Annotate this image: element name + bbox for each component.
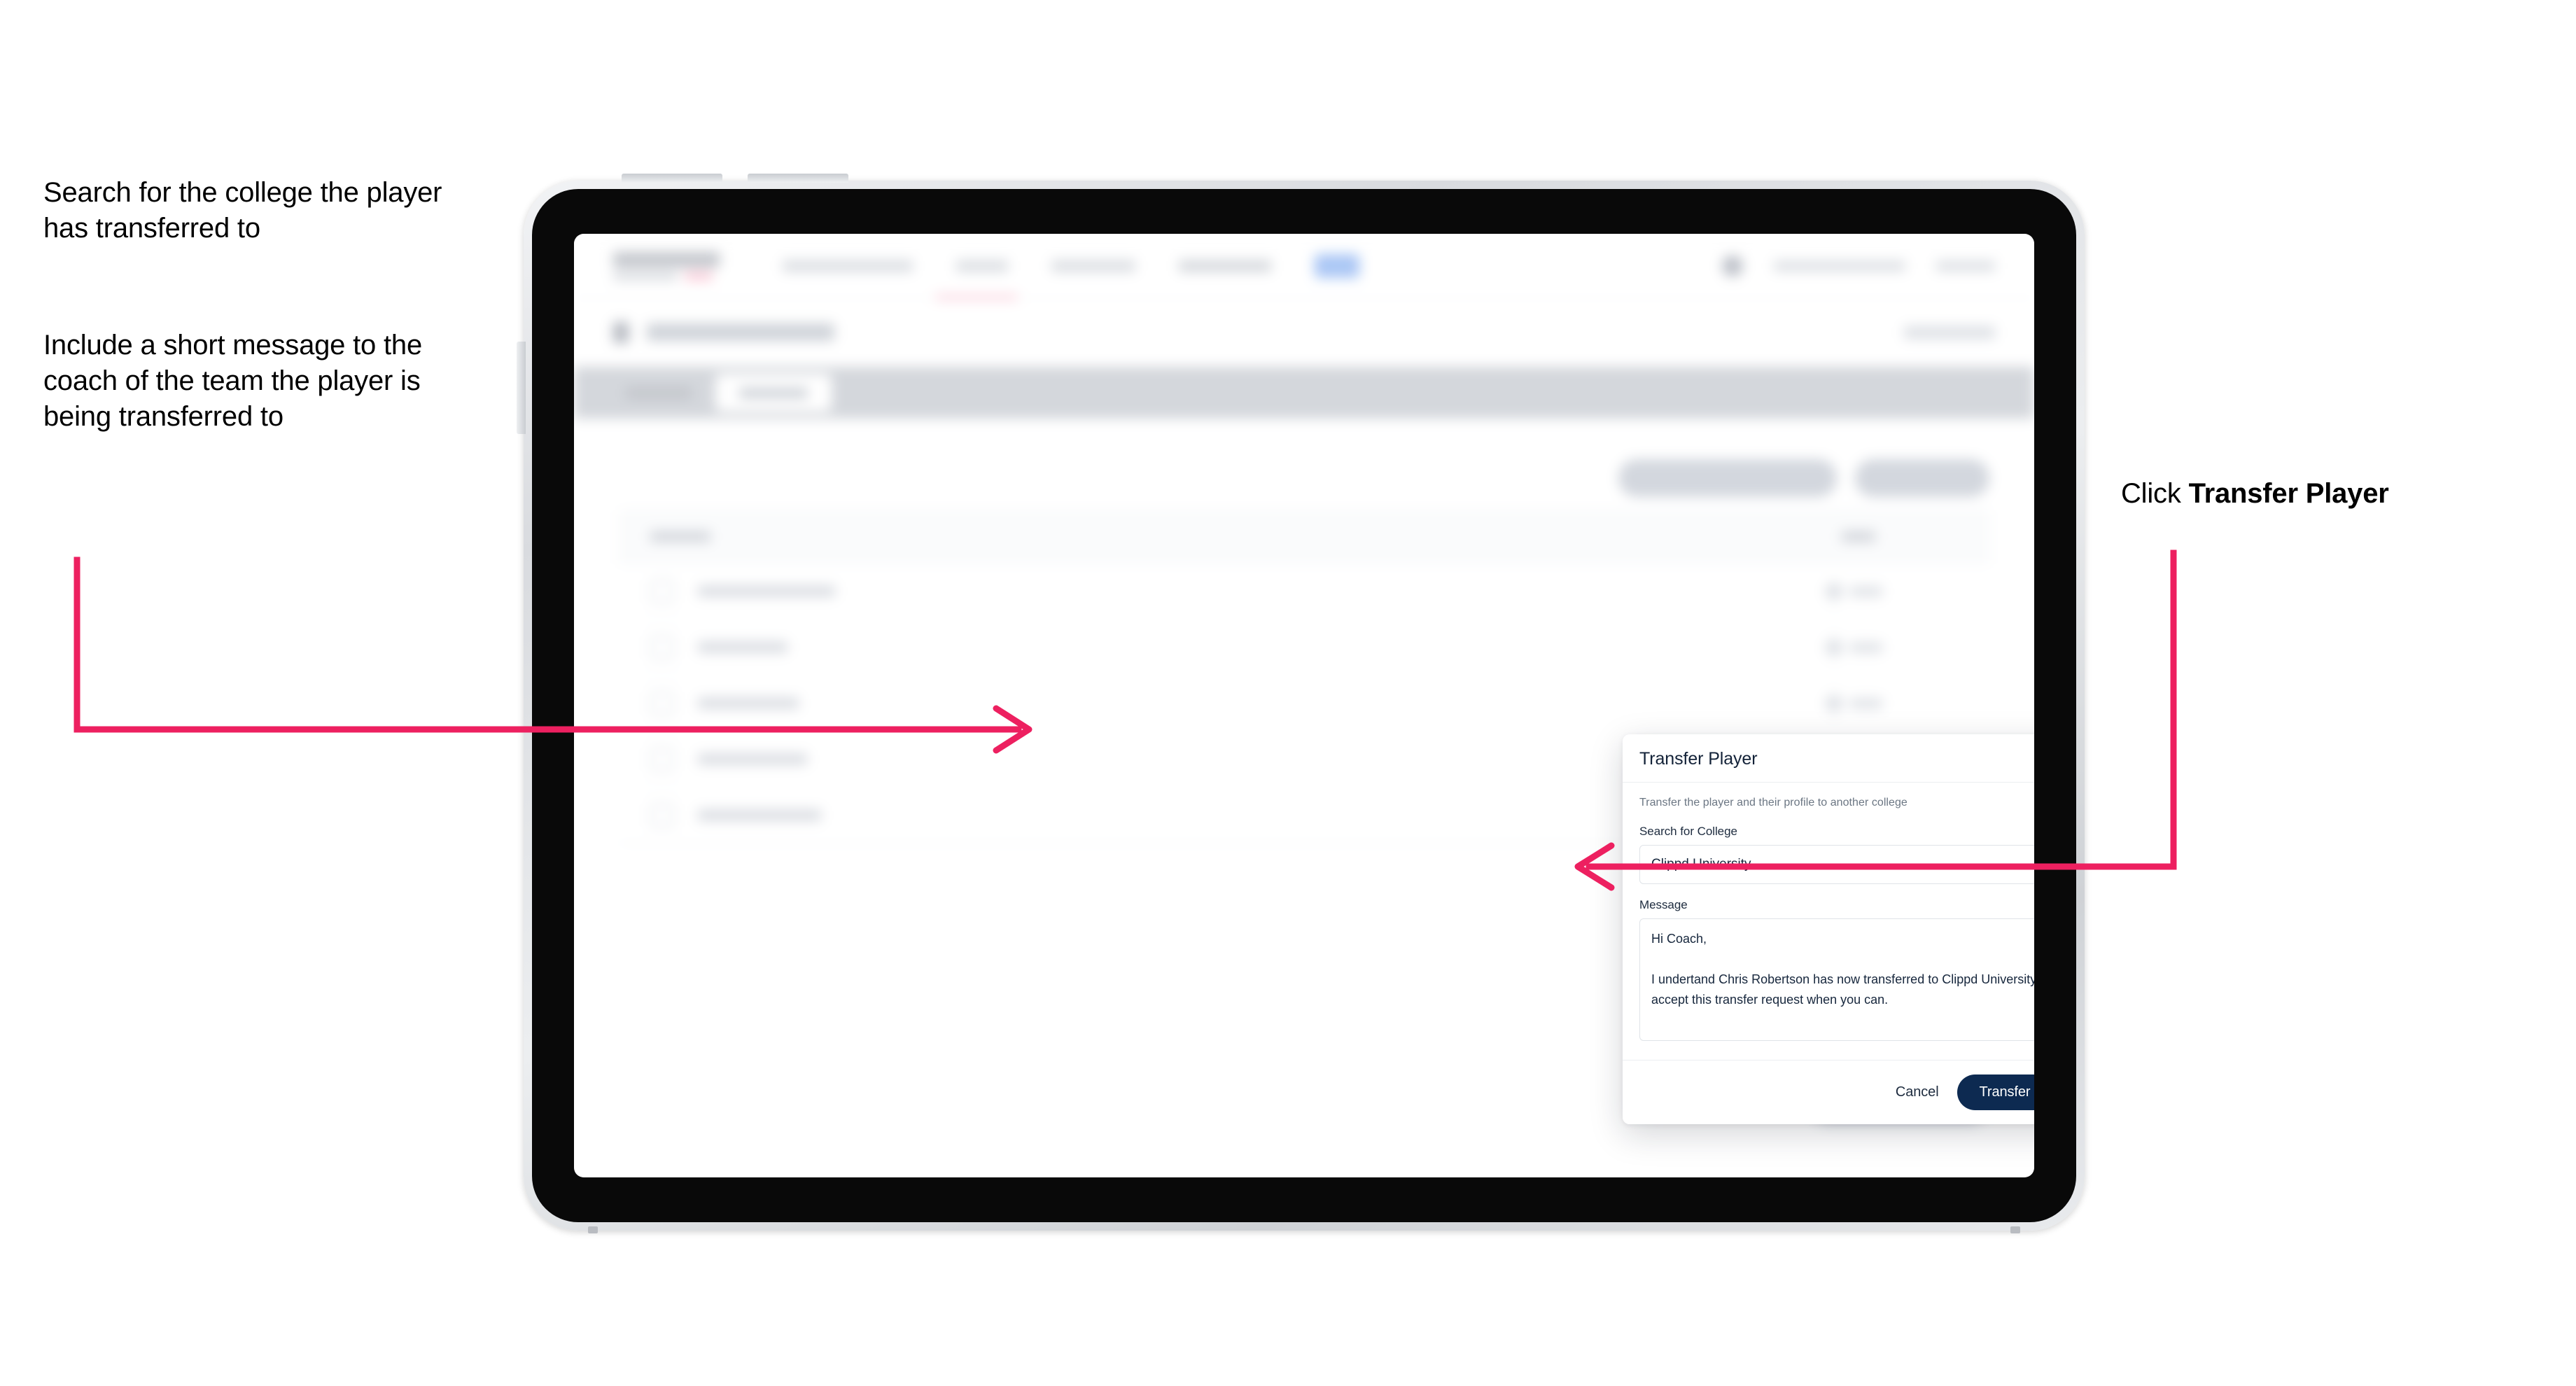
message-field-label: Message: [1639, 898, 1688, 911]
annotation-click-prefix: Click: [2121, 478, 2189, 509]
power-button: [517, 342, 526, 434]
annotation-click-transfer: Click Transfer Player: [2121, 476, 2569, 512]
tablet-bezel: Transfer Player Transfer the player and …: [532, 189, 2076, 1222]
device-foot-left: [588, 1226, 598, 1233]
tablet-screen: Transfer Player Transfer the player and …: [574, 234, 2034, 1177]
message-textarea[interactable]: Hi Coach, I undertand Chris Robertson ha…: [1639, 918, 2034, 1041]
volume-down-button: [748, 174, 848, 183]
annotation-search-college: Search for the college the player has tr…: [43, 177, 442, 244]
cancel-button[interactable]: Cancel: [1896, 1084, 1939, 1100]
annotation-click-bold: Transfer Player: [2188, 478, 2389, 509]
screenshot-canvas: Search for the college the player has tr…: [0, 0, 2576, 1386]
modal-footer: Cancel Transfer Player: [1623, 1060, 2034, 1124]
tablet-device-frame: Transfer Player Transfer the player and …: [517, 174, 2085, 1233]
transfer-player-modal: Transfer Player Transfer the player and …: [1623, 734, 2034, 1124]
volume-up-button: [622, 174, 722, 183]
modal-title: Transfer Player: [1639, 748, 1758, 769]
search-college-input[interactable]: [1639, 845, 2034, 884]
modal-subtitle: Transfer the player and their profile to…: [1639, 797, 1907, 808]
modal-body: Transfer the player and their profile to…: [1623, 783, 2034, 1060]
annotation-include-message: Include a short message to the coach of …: [43, 330, 422, 432]
device-foot-right: [2010, 1226, 2020, 1233]
college-field-label: Search for College: [1639, 825, 1737, 838]
modal-header: Transfer Player: [1623, 734, 2034, 783]
transfer-player-button[interactable]: Transfer Player: [1956, 1074, 2034, 1110]
